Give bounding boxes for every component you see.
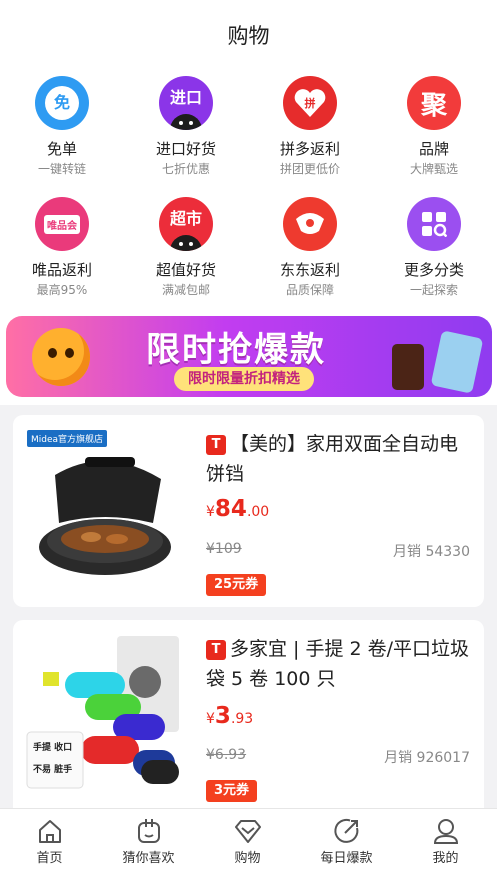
- shopping-icon: [234, 820, 261, 843]
- category-sub: 七折优惠: [161, 162, 210, 176]
- daily-hot-icon: [333, 818, 358, 843]
- perfume-bottle-icon: [392, 344, 424, 390]
- monthly-sales: 月销 926017: [384, 750, 470, 766]
- pinduoduo-glyph: 拼: [305, 96, 316, 110]
- category-sub: 满减包邮: [161, 283, 210, 297]
- category-label: 品牌: [418, 140, 449, 158]
- product-price: ¥3.93: [206, 703, 254, 729]
- tab-home[interactable]: 首页: [0, 809, 99, 883]
- category-label: 拼多返利: [279, 140, 340, 158]
- category-sub: 一键转链: [37, 162, 86, 176]
- original-price: ¥109: [206, 541, 242, 557]
- profile-icon: [433, 819, 458, 844]
- category-free-order[interactable]: 免 免单 一键转链: [0, 76, 124, 177]
- home-icon: [38, 820, 61, 843]
- monthly-sales: 月销 54330: [393, 544, 470, 560]
- coupon-badge[interactable]: 25元券: [206, 574, 267, 596]
- category-label: 唯品返利: [31, 261, 92, 279]
- category-more[interactable]: 更多分类 一起探索: [372, 197, 496, 298]
- product-price: ¥84.00: [206, 496, 270, 522]
- supermarket-icon: 超市: [159, 197, 213, 251]
- page-title: 购物: [227, 24, 270, 48]
- jd-icon: [283, 197, 337, 251]
- category-label: 东东返利: [279, 261, 340, 279]
- more-categories-icon: [407, 197, 461, 251]
- category-pinduoduo[interactable]: 拼 拼多返利 拼团更低价: [248, 76, 372, 177]
- category-sub: 品质保障: [285, 283, 334, 297]
- banner-subtitle: 限时限量折扣精选: [174, 367, 314, 391]
- original-price: ¥6.93: [206, 747, 247, 763]
- tmall-badge-icon: T: [206, 640, 226, 660]
- mascot-icon: [32, 328, 90, 386]
- product-title: T 【美的】家用双面全自动电饼铛: [206, 433, 459, 485]
- product-title: T 多家宜 | 手提 2 卷/平口垃圾袋 5 卷 100 只: [206, 638, 470, 690]
- product-image-griddle: Midea官方旗舰店: [25, 427, 185, 595]
- tab-label: 每日爆款: [320, 851, 373, 866]
- top-section: 购物 免 免单 一键转链 进口 进口好货 七折优惠 拼 拼多返利 拼团更低价 聚…: [0, 0, 497, 405]
- category-sub: 大牌甄选: [409, 162, 458, 176]
- bottom-tab-bar: 首页 猜你喜欢 购物 每日爆款 我的: [0, 808, 497, 883]
- category-supermarket[interactable]: 超市 超值好货 满减包邮: [124, 197, 248, 298]
- banner-title: 限时抢爆款: [146, 330, 326, 370]
- package-text: 不易 脏手: [33, 765, 73, 775]
- package-text: 手提 收口: [33, 743, 73, 753]
- product-card[interactable]: Midea官方旗舰店 T 【美的】家用双面全自动电饼铛 ¥84.00 ¥109 月…: [13, 415, 484, 607]
- category-label: 进口好货: [155, 140, 216, 158]
- tmall-badge-icon: T: [206, 435, 226, 455]
- guess-like-icon: [137, 819, 160, 843]
- free-order-icon: 免: [35, 76, 89, 130]
- product-image-trash-bags: 手提 收口 不易 脏手: [25, 632, 185, 800]
- tab-profile[interactable]: 我的: [396, 809, 495, 883]
- category-label: 超值好货: [155, 261, 216, 279]
- category-import-goods[interactable]: 进口 进口好货 七折优惠: [124, 76, 248, 177]
- tab-label: 猜你喜欢: [122, 851, 175, 866]
- tab-daily-hot[interactable]: 每日爆款: [297, 809, 396, 883]
- promo-banner[interactable]: 限时抢爆款 限时限量折扣精选: [6, 316, 492, 397]
- category-brand[interactable]: 聚 品牌 大牌甄选: [372, 76, 496, 177]
- tab-label: 首页: [36, 851, 63, 866]
- product-box-icon: [430, 330, 484, 394]
- tab-label: 购物: [234, 851, 261, 866]
- category-label: 免单: [46, 140, 77, 158]
- category-vip[interactable]: 唯品会 唯品返利 最高95%: [0, 197, 124, 298]
- brand-icon: 聚: [407, 76, 461, 130]
- category-sub: 拼团更低价: [279, 162, 340, 176]
- import-goods-icon: 进口: [159, 76, 213, 130]
- category-label: 更多分类: [403, 261, 464, 279]
- tab-guess-like[interactable]: 猜你喜欢: [99, 809, 198, 883]
- tab-shopping[interactable]: 购物: [198, 809, 297, 883]
- tab-label: 我的: [432, 851, 459, 866]
- pinduoduo-icon: 拼: [283, 76, 337, 130]
- product-card[interactable]: 手提 收口 不易 脏手 T 多家宜 | 手提 2 卷/平口垃圾袋 5 卷 100 …: [13, 620, 484, 820]
- category-jd[interactable]: 东东返利 品质保障: [248, 197, 372, 298]
- vip-icon: 唯品会: [35, 197, 89, 251]
- coupon-badge[interactable]: 3元券: [206, 780, 258, 802]
- category-sub: 一起探索: [409, 283, 458, 297]
- category-sub: 最高95%: [36, 283, 88, 297]
